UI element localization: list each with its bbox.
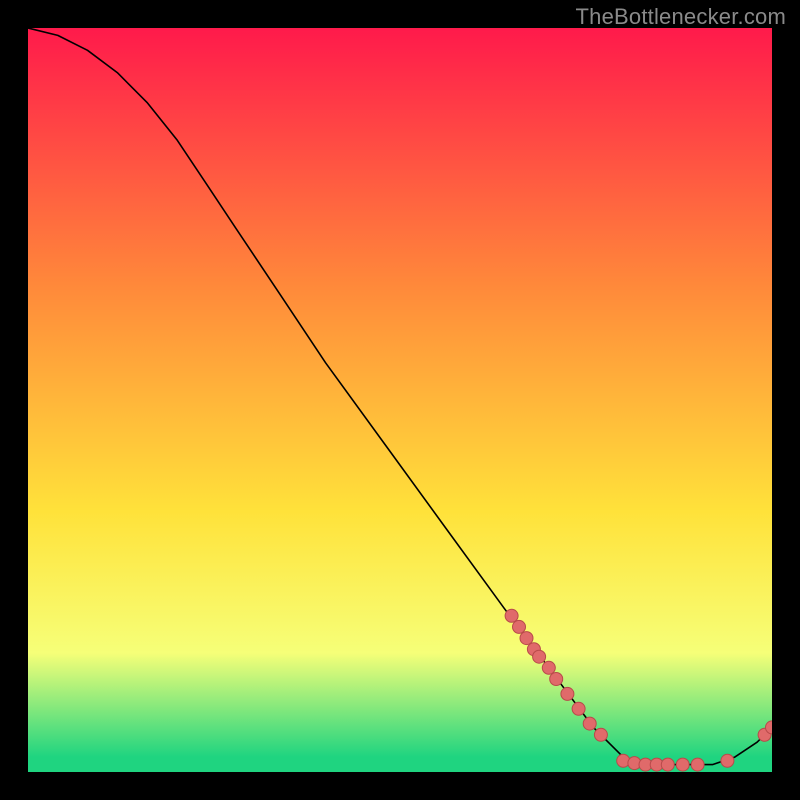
data-marker (533, 650, 546, 663)
data-marker (661, 758, 674, 771)
bottleneck-chart (28, 28, 772, 772)
data-marker (542, 661, 555, 674)
plot-area (28, 28, 772, 772)
data-marker (572, 702, 585, 715)
data-marker (513, 620, 526, 633)
data-marker (594, 728, 607, 741)
data-marker (691, 758, 704, 771)
watermark-text: TheBottlenecker.com (576, 4, 786, 30)
data-marker (561, 687, 574, 700)
data-marker (676, 758, 689, 771)
data-marker (721, 754, 734, 767)
chart-frame: TheBottlenecker.com (0, 0, 800, 800)
data-marker (520, 632, 533, 645)
gradient-background (28, 28, 772, 772)
data-marker (583, 717, 596, 730)
data-marker (505, 609, 518, 622)
data-marker (617, 754, 630, 767)
data-marker (550, 673, 563, 686)
